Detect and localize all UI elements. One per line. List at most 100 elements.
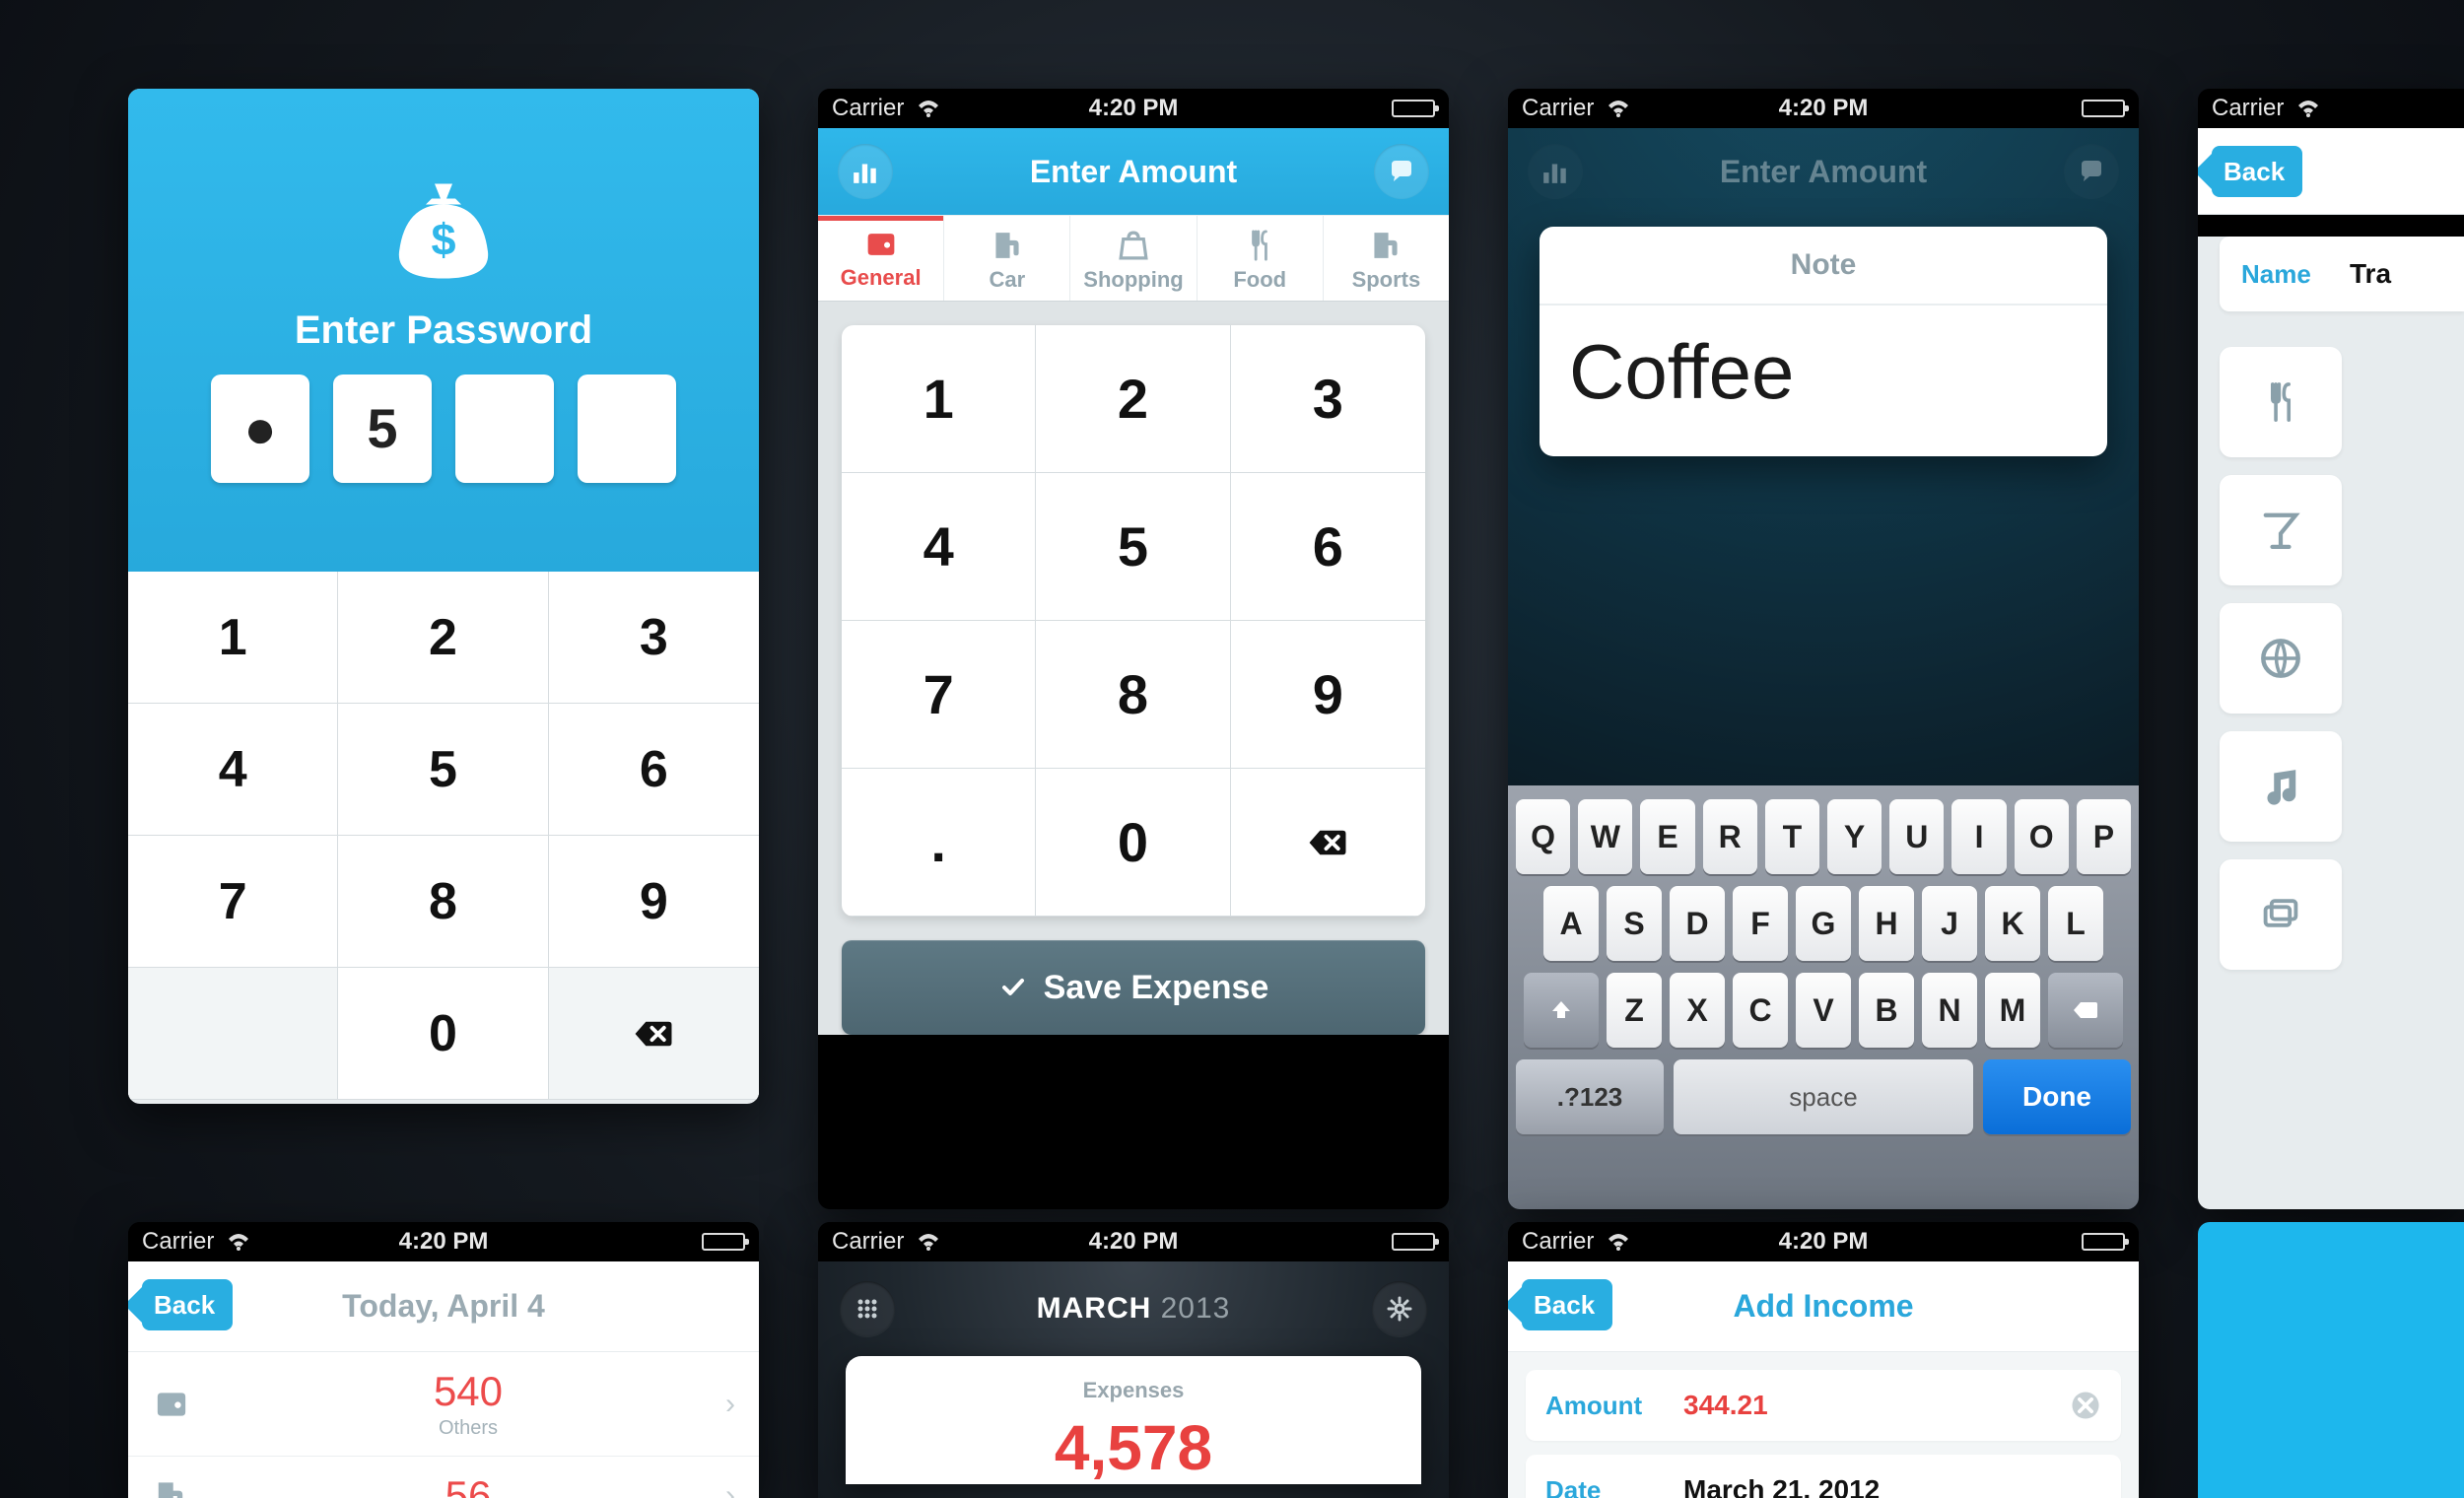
key-k[interactable]: K bbox=[1985, 886, 2040, 961]
summary-month: MARCH bbox=[1037, 1292, 1152, 1325]
tab-general[interactable]: General bbox=[818, 216, 944, 301]
date-row[interactable]: Date March 21, 2012 bbox=[1526, 1455, 2121, 1498]
key-a[interactable]: A bbox=[1543, 886, 1599, 961]
key-t[interactable]: T bbox=[1765, 799, 1819, 874]
amount-row[interactable]: Amount 344.21 bbox=[1526, 1370, 2121, 1441]
key-r[interactable]: R bbox=[1703, 799, 1757, 874]
key-6[interactable]: 6 bbox=[549, 704, 759, 836]
back-button[interactable]: Back bbox=[2212, 146, 2302, 197]
kbd-row-4: .?123 space Done bbox=[1516, 1059, 2131, 1134]
password-digit-1[interactable]: ● bbox=[211, 374, 309, 483]
name-field-row[interactable]: Name Tra bbox=[2220, 237, 2464, 311]
tab-shopping[interactable]: Shopping bbox=[1070, 216, 1197, 301]
key-3[interactable]: 3 bbox=[549, 572, 759, 704]
key-blank bbox=[128, 968, 338, 1100]
key-b[interactable]: B bbox=[1859, 973, 1914, 1048]
battery-icon bbox=[2082, 100, 2125, 117]
key-backspace[interactable] bbox=[549, 968, 759, 1100]
key-7[interactable]: 7 bbox=[842, 621, 1036, 769]
key-9[interactable]: 9 bbox=[1231, 621, 1425, 769]
note-input[interactable]: Coffee bbox=[1540, 306, 2107, 456]
key-i[interactable]: I bbox=[1951, 799, 2006, 874]
key-o[interactable]: O bbox=[2015, 799, 2069, 874]
key-w[interactable]: W bbox=[1578, 799, 1632, 874]
screen-today: Carrier 4:20 PM Back Today, April 4 540 … bbox=[128, 1222, 759, 1498]
battery-icon bbox=[702, 1233, 745, 1251]
stats-button[interactable] bbox=[1528, 144, 1583, 199]
key-2[interactable]: 2 bbox=[338, 572, 548, 704]
key-s[interactable]: S bbox=[1607, 886, 1662, 961]
key-8[interactable]: 8 bbox=[1036, 621, 1230, 769]
key-y[interactable]: Y bbox=[1827, 799, 1882, 874]
key-0[interactable]: 0 bbox=[338, 968, 548, 1100]
key-l[interactable]: L bbox=[2048, 886, 2103, 961]
key-4[interactable]: 4 bbox=[128, 704, 338, 836]
key-5[interactable]: 5 bbox=[1036, 473, 1230, 621]
income-form: Amount 344.21 Date March 21, 2012 bbox=[1508, 1352, 2139, 1498]
key-4[interactable]: 4 bbox=[842, 473, 1036, 621]
status-time: 4:20 PM bbox=[1508, 95, 2139, 122]
note-title: Note bbox=[1540, 227, 2107, 306]
key-numbers[interactable]: .?123 bbox=[1516, 1059, 1664, 1134]
back-button[interactable]: Back bbox=[1522, 1279, 1612, 1330]
key-d[interactable]: D bbox=[1670, 886, 1725, 961]
gas-icon bbox=[944, 228, 1069, 263]
key-shift[interactable] bbox=[1524, 973, 1599, 1048]
key-m[interactable]: M bbox=[1985, 973, 2040, 1048]
key-9[interactable]: 9 bbox=[549, 836, 759, 968]
note-button[interactable] bbox=[2064, 144, 2119, 199]
icon-option-cocktail[interactable] bbox=[2220, 475, 2342, 585]
tab-sports[interactable]: Sports bbox=[1324, 216, 1449, 301]
password-digit-2[interactable]: 5 bbox=[333, 374, 432, 483]
icon-option-cards[interactable] bbox=[2220, 859, 2342, 970]
kbd-row-2: A S D F G H J K L bbox=[1516, 886, 2131, 961]
key-c[interactable]: C bbox=[1733, 973, 1788, 1048]
key-j[interactable]: J bbox=[1922, 886, 1977, 961]
key-f[interactable]: F bbox=[1733, 886, 1788, 961]
key-2[interactable]: 2 bbox=[1036, 325, 1230, 473]
icon-option-basketball[interactable] bbox=[2220, 603, 2342, 714]
back-button[interactable]: Back bbox=[142, 1279, 233, 1330]
key-n[interactable]: N bbox=[1922, 973, 1977, 1048]
key-p[interactable]: P bbox=[2077, 799, 2131, 874]
password-digit-4[interactable] bbox=[578, 374, 676, 483]
key-6[interactable]: 6 bbox=[1231, 473, 1425, 621]
settings-button[interactable] bbox=[1372, 1281, 1427, 1336]
list-row[interactable]: 56 › bbox=[128, 1457, 759, 1498]
status-bar: Carrier 4:20 PM bbox=[1508, 89, 2139, 128]
key-0[interactable]: 0 bbox=[1036, 769, 1230, 917]
note-button[interactable] bbox=[1374, 144, 1429, 199]
icon-option-food[interactable] bbox=[2220, 347, 2342, 457]
key-done[interactable]: Done bbox=[1983, 1059, 2131, 1134]
key-z[interactable]: Z bbox=[1607, 973, 1662, 1048]
expenses-card[interactable]: Expenses 4,578 bbox=[846, 1356, 1421, 1484]
key-space[interactable]: space bbox=[1674, 1059, 1973, 1134]
key-dot[interactable]: . bbox=[842, 769, 1036, 917]
grid-button[interactable] bbox=[840, 1281, 895, 1336]
screen-enter-amount: Carrier 4:20 PM Enter Amount General Car… bbox=[818, 89, 1449, 1209]
key-5[interactable]: 5 bbox=[338, 704, 548, 836]
key-1[interactable]: 1 bbox=[842, 325, 1036, 473]
tab-car[interactable]: Car bbox=[944, 216, 1070, 301]
gas-icon bbox=[152, 1476, 211, 1498]
key-8[interactable]: 8 bbox=[338, 836, 548, 968]
password-digit-3[interactable] bbox=[455, 374, 554, 483]
key-q[interactable]: Q bbox=[1516, 799, 1570, 874]
key-h[interactable]: H bbox=[1859, 886, 1914, 961]
clear-button[interactable] bbox=[2070, 1390, 2101, 1421]
icon-option-music[interactable] bbox=[2220, 731, 2342, 842]
key-3[interactable]: 3 bbox=[1231, 325, 1425, 473]
list-row[interactable]: 540 Others › bbox=[128, 1352, 759, 1457]
tab-food[interactable]: Food bbox=[1198, 216, 1324, 301]
key-7[interactable]: 7 bbox=[128, 836, 338, 968]
stats-button[interactable] bbox=[838, 144, 893, 199]
key-u[interactable]: U bbox=[1889, 799, 1944, 874]
key-backspace[interactable] bbox=[1231, 769, 1425, 917]
key-1[interactable]: 1 bbox=[128, 572, 338, 704]
key-v[interactable]: V bbox=[1796, 973, 1851, 1048]
key-backspace[interactable] bbox=[2048, 973, 2123, 1048]
key-g[interactable]: G bbox=[1796, 886, 1851, 961]
key-e[interactable]: E bbox=[1640, 799, 1694, 874]
key-x[interactable]: X bbox=[1670, 973, 1725, 1048]
save-expense-button[interactable]: Save Expense bbox=[842, 940, 1425, 1035]
